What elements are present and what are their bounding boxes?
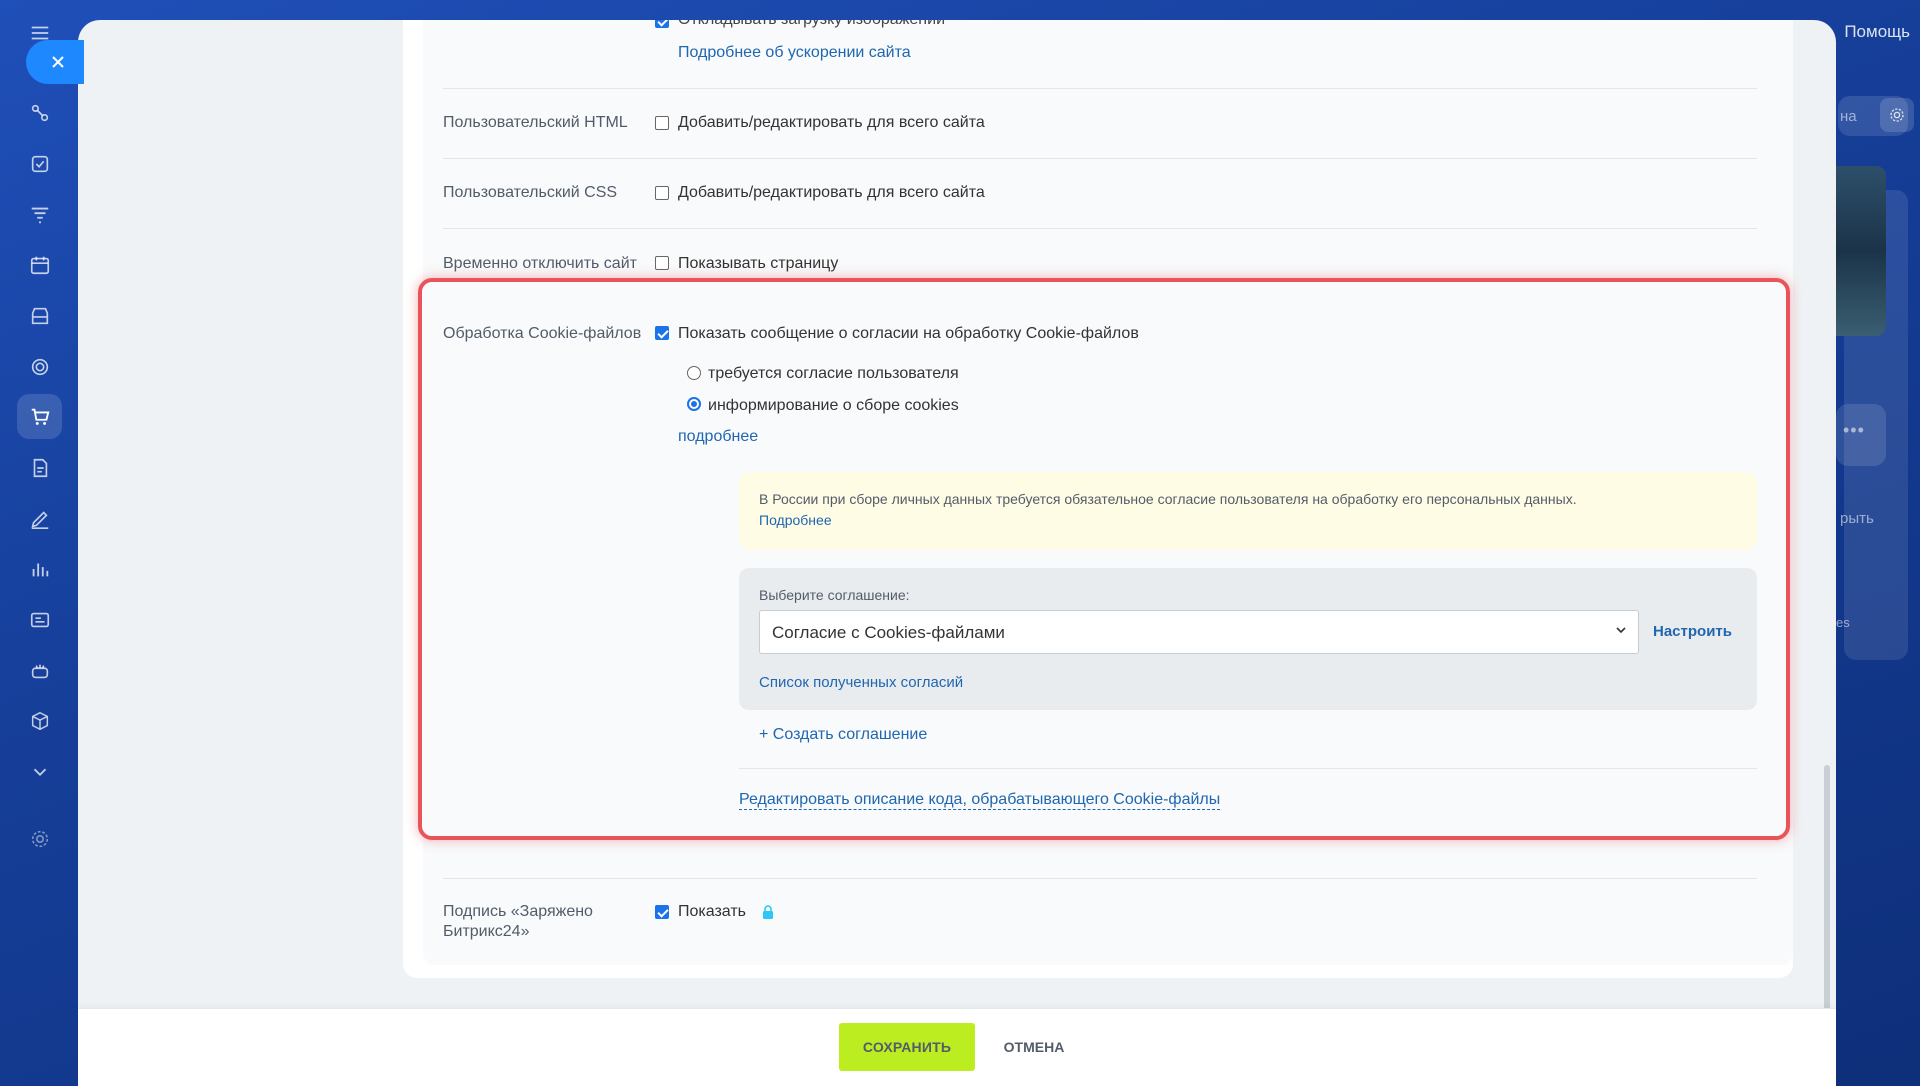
custom-html-checkbox-label: Добавить/редактировать для всего сайта [678,114,985,131]
create-agreement-link[interactable]: + Создать соглашение [759,726,927,744]
pen-icon[interactable] [17,496,62,541]
signature-label-line1: Подпись «Заряжено [443,903,593,920]
custom-css-label: Пользовательский CSS [443,184,618,201]
cookies-checkbox[interactable] [655,326,669,340]
form-inner: Откладывать загрузку изображений Подробн… [423,20,1793,965]
alert-text: В России при сборе личных данных требует… [759,491,1577,507]
cookies-label: Обработка Cookie-файлов [443,325,642,342]
agreement-box: Выберите соглашение: Согласие с Cookies-… [739,568,1757,710]
alert-more-link[interactable]: Подробнее [759,512,832,528]
configure-agreement-link[interactable]: Настроить [1653,623,1732,640]
bg-gear-icon[interactable] [1880,98,1914,132]
signature-checkbox-label: Показать [678,903,747,920]
signature-label-line2: Битрикс24» [443,923,530,940]
close-icon [52,56,64,68]
disable-site-checkbox-label: Показывать страницу [678,255,839,272]
calendar-icon[interactable] [17,242,62,287]
edit-cookie-code-link[interactable]: Редактировать описание кода, обрабатываю… [739,791,1221,810]
cookies-checkbox-label: Показать сообщение о согласии на обработ… [678,325,1139,342]
funnel-icon[interactable] [17,192,62,237]
bg-thumbnail [1836,166,1886,336]
chevron-down-icon [1616,627,1626,634]
close-slider-button[interactable] [26,40,84,84]
left-app-rail [0,0,78,1086]
divider [739,768,1757,769]
cookies-more-link[interactable]: подробнее [678,428,758,446]
divider [443,228,1757,229]
bg-peek-text: рыть [1840,510,1874,527]
contact-card-icon[interactable] [17,597,62,642]
divider [443,88,1757,89]
settings-slider-panel: Откладывать загрузку изображений Подробн… [78,20,1836,1086]
custom-css-checkbox[interactable] [655,186,669,200]
tasks-icon[interactable] [17,141,62,186]
custom-html-checkbox[interactable] [655,116,669,130]
bg-more-icon: ••• [1843,420,1865,440]
settings-gear-icon[interactable] [17,816,62,861]
custom-css-checkbox-label: Добавить/редактировать для всего сайта [678,184,985,201]
cart-icon[interactable] [17,394,62,439]
custom-html-label: Пользовательский HTML [443,114,628,131]
radio-inform-cookies-label: информирование о сборе cookies [708,397,959,414]
bg-peek-text: es [1836,615,1850,630]
agreements-list-link[interactable]: Список полученных согласий [759,674,963,691]
crm-icon[interactable] [17,90,62,135]
chevron-down-icon[interactable] [17,749,62,794]
radio-consent-required-label: требуется согласие пользователя [708,365,959,382]
lock-icon[interactable] [762,905,774,919]
radio-consent-required[interactable] [687,366,701,380]
signature-checkbox[interactable] [655,905,669,919]
analytics-icon[interactable] [17,546,62,591]
disable-site-label: Временно отключить сайт [443,255,637,272]
save-button[interactable]: СОХРАНИТЬ [839,1023,975,1071]
box-icon[interactable] [17,698,62,743]
agreement-select-label: Выберите соглашение: [759,587,910,603]
robot-icon[interactable] [17,648,62,693]
lazy-images-label: Откладывать загрузку изображений [678,20,945,29]
speed-link[interactable]: Подробнее об ускорении сайта [678,44,911,62]
radio-inform-cookies[interactable] [687,397,701,411]
document-edit-icon[interactable] [17,445,62,490]
bg-peek-text: на [1840,108,1857,125]
agreement-select-value: Согласие с Cookies-файлами [772,623,1005,642]
lazy-images-checkbox[interactable] [655,20,669,28]
help-link[interactable]: Помощь [1844,22,1910,42]
target-icon[interactable] [17,344,62,389]
divider [443,878,1757,879]
disable-site-checkbox[interactable] [655,256,669,270]
divider [443,158,1757,159]
form-card: Откладывать загрузку изображений Подробн… [403,20,1793,978]
store-icon[interactable] [17,293,62,338]
cancel-button[interactable]: ОТМЕНА [990,1023,1078,1071]
consent-alert: В России при сборе личных данных требует… [739,472,1757,550]
form-footer: СОХРАНИТЬ ОТМЕНА [78,1008,1836,1086]
agreement-select[interactable]: Согласие с Cookies-файлами [759,610,1639,654]
